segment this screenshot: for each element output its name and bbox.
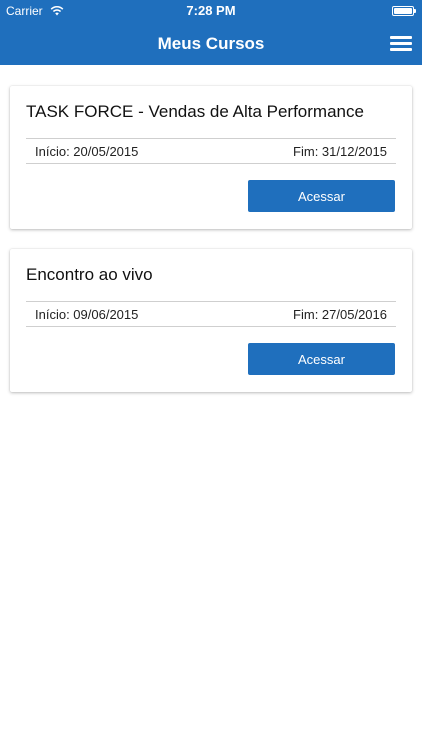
top-bar: Carrier 7:28 PM Meus Cursos [0,0,422,65]
hamburger-menu-icon[interactable] [390,34,412,52]
course-dates: Início: 09/06/2015 Fim: 27/05/2016 [26,301,396,327]
page-title: Meus Cursos [157,34,265,53]
access-button[interactable]: Acessar [248,180,395,212]
course-end-date: Fim: 27/05/2016 [293,307,387,322]
course-title: TASK FORCE - Vendas de Alta Performance [26,102,364,121]
battery-icon [392,6,416,16]
course-title: Encontro ao vivo [26,265,153,284]
course-card: TASK FORCE - Vendas de Alta Performance … [10,86,412,229]
course-card: Encontro ao vivo Início: 09/06/2015 Fim:… [10,249,412,392]
status-bar: Carrier 7:28 PM [0,0,422,22]
course-dates: Início: 20/05/2015 Fim: 31/12/2015 [26,138,396,164]
course-list: TASK FORCE - Vendas de Alta Performance … [10,86,412,412]
status-time: 7:28 PM [186,3,236,18]
navigation-bar: Meus Cursos [0,22,422,65]
access-button[interactable]: Acessar [248,343,395,375]
course-start-date: Início: 09/06/2015 [35,307,139,322]
course-end-date: Fim: 31/12/2015 [293,144,387,159]
course-start-date: Início: 20/05/2015 [35,144,139,159]
